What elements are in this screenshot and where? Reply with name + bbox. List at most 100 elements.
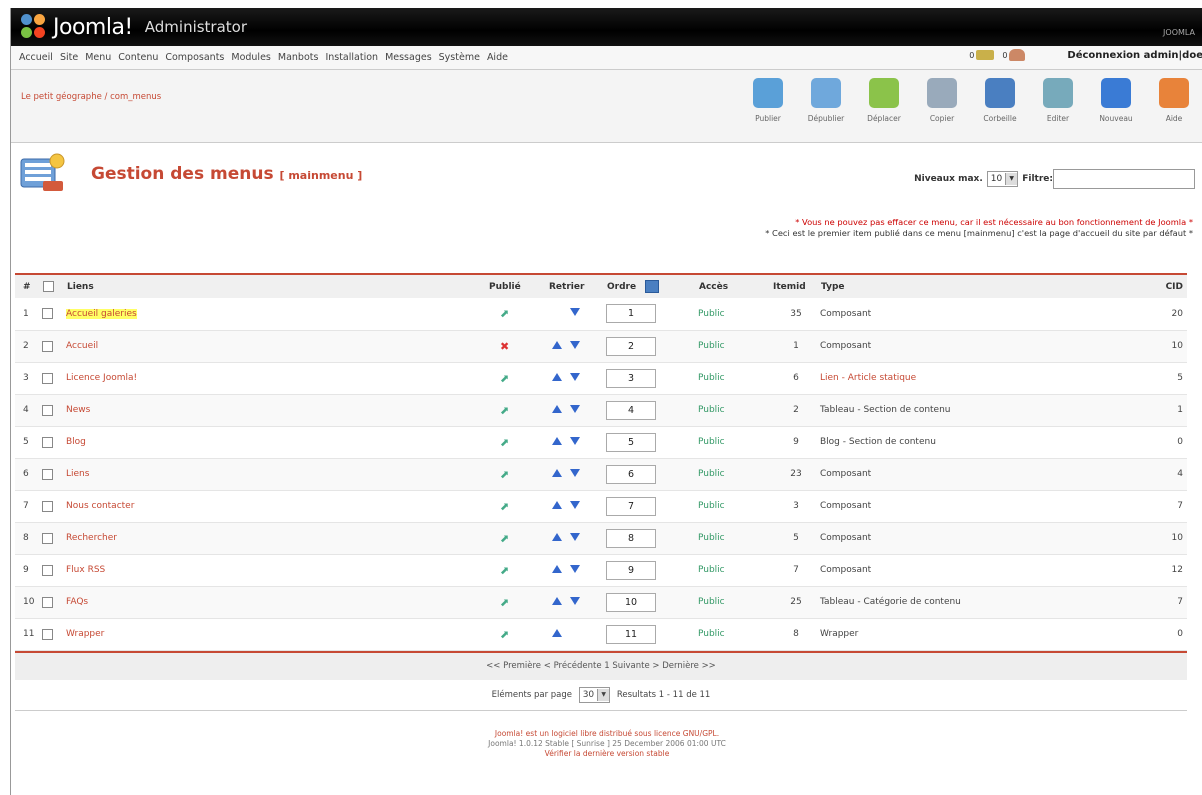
- order-input[interactable]: 2: [606, 336, 656, 356]
- check-version-link[interactable]: Vérifier la dernière version stable: [11, 749, 1202, 759]
- aide-button[interactable]: Aide: [1147, 74, 1201, 134]
- published-icon[interactable]: ⬈: [500, 307, 509, 320]
- published-icon[interactable]: ⬈: [500, 468, 509, 481]
- move-down-icon[interactable]: [570, 596, 580, 605]
- published-icon[interactable]: ⬈: [500, 628, 509, 641]
- row-checkbox[interactable]: [42, 308, 53, 320]
- access-link[interactable]: Public: [698, 629, 725, 639]
- access-link[interactable]: Public: [698, 405, 725, 415]
- access-link[interactable]: Public: [698, 501, 725, 511]
- row-checkbox[interactable]: [42, 596, 53, 608]
- order-input[interactable]: 9: [606, 560, 656, 580]
- messages-icon[interactable]: [976, 50, 995, 60]
- select-all-checkbox[interactable]: [43, 281, 54, 292]
- pagination-nav[interactable]: << Première < Précédente 1 Suivante > De…: [15, 650, 1187, 680]
- order-input[interactable]: 4: [606, 400, 656, 420]
- row-checkbox[interactable]: [42, 628, 53, 640]
- move-up-icon[interactable]: [552, 564, 562, 573]
- move-down-icon[interactable]: [570, 564, 580, 573]
- order-input[interactable]: 1: [606, 304, 656, 324]
- move-up-icon[interactable]: [552, 468, 562, 477]
- filter-input[interactable]: [1053, 169, 1195, 189]
- menu-item-link[interactable]: Blog: [66, 437, 86, 447]
- menu-item-link[interactable]: FAQs: [66, 597, 88, 607]
- menu-item-accueil[interactable]: Accueil: [19, 52, 53, 63]
- menu-item-link[interactable]: Licence Joomla!: [66, 373, 137, 383]
- menu-item-link[interactable]: Wrapper: [66, 629, 104, 639]
- copier-button[interactable]: Copier: [915, 74, 969, 134]
- access-link[interactable]: Public: [698, 373, 725, 383]
- col-links[interactable]: Liens: [66, 274, 488, 298]
- access-link[interactable]: Public: [698, 469, 725, 479]
- move-up-icon[interactable]: [552, 596, 562, 605]
- published-icon[interactable]: ⬈: [500, 532, 509, 545]
- move-up-icon[interactable]: [552, 628, 562, 637]
- publier-button[interactable]: Publier: [741, 74, 795, 134]
- nouveau-button[interactable]: Nouveau: [1089, 74, 1143, 134]
- menu-item-link[interactable]: Accueil galeries: [66, 308, 137, 319]
- move-down-icon[interactable]: [570, 372, 580, 381]
- menu-item-composants[interactable]: Composants: [165, 52, 224, 63]
- col-cid[interactable]: CID: [1142, 274, 1187, 298]
- move-down-icon[interactable]: [570, 532, 580, 541]
- order-input[interactable]: 11: [606, 624, 656, 644]
- menu-item-link[interactable]: Liens: [66, 469, 89, 479]
- menu-item-messages[interactable]: Messages: [385, 52, 432, 63]
- col-type[interactable]: Type: [820, 274, 1142, 298]
- row-checkbox[interactable]: [42, 532, 53, 544]
- levels-select[interactable]: 10 ▼: [986, 171, 1019, 187]
- published-icon[interactable]: ⬈: [500, 564, 509, 577]
- move-down-icon[interactable]: [570, 404, 580, 413]
- move-up-icon[interactable]: [552, 404, 562, 413]
- move-down-icon[interactable]: [570, 308, 580, 317]
- row-checkbox[interactable]: [42, 564, 53, 576]
- move-down-icon[interactable]: [570, 436, 580, 445]
- unpublished-icon[interactable]: ✖: [500, 340, 509, 353]
- published-icon[interactable]: ⬈: [500, 500, 509, 513]
- move-up-icon[interactable]: [552, 340, 562, 349]
- order-input[interactable]: 10: [606, 592, 656, 612]
- published-icon[interactable]: ⬈: [500, 404, 509, 417]
- menu-item-contenu[interactable]: Contenu: [118, 52, 158, 63]
- row-checkbox[interactable]: [42, 340, 53, 352]
- published-icon[interactable]: ⬈: [500, 436, 509, 449]
- move-up-icon[interactable]: [552, 500, 562, 509]
- menu-item-modules[interactable]: Modules: [231, 52, 271, 63]
- row-checkbox[interactable]: [42, 468, 53, 480]
- row-checkbox[interactable]: [42, 436, 53, 448]
- move-up-icon[interactable]: [552, 372, 562, 381]
- save-order-icon[interactable]: [645, 280, 660, 293]
- menu-item-link[interactable]: News: [66, 405, 90, 415]
- order-input[interactable]: 8: [606, 528, 656, 548]
- order-input[interactable]: 5: [606, 432, 656, 452]
- type-value[interactable]: Lien - Article statique: [820, 373, 916, 383]
- menu-item-aide[interactable]: Aide: [487, 52, 508, 63]
- menu-item-syst-me[interactable]: Système: [439, 52, 480, 63]
- move-down-icon[interactable]: [570, 340, 580, 349]
- menu-item-manbots[interactable]: Manbots: [278, 52, 319, 63]
- access-link[interactable]: Public: [698, 565, 725, 575]
- move-down-icon[interactable]: [570, 468, 580, 477]
- per-page-select[interactable]: 30 ▼: [578, 686, 611, 703]
- order-input[interactable]: 3: [606, 368, 656, 388]
- access-link[interactable]: Public: [698, 597, 725, 607]
- editer-button[interactable]: Editer: [1031, 74, 1085, 134]
- access-link[interactable]: Public: [698, 437, 725, 447]
- users-icon[interactable]: [1009, 49, 1026, 61]
- order-input[interactable]: 7: [606, 496, 656, 516]
- col-order[interactable]: Ordre: [606, 274, 698, 298]
- menu-item-menu[interactable]: Menu: [85, 52, 111, 63]
- d-publier-button[interactable]: Dépublier: [799, 74, 853, 134]
- logout-link[interactable]: Déconnexion admin|doe: [1067, 50, 1202, 61]
- published-icon[interactable]: ⬈: [500, 596, 509, 609]
- license-link[interactable]: Joomla! est un logiciel libre distribué …: [11, 729, 1202, 739]
- col-published[interactable]: Publié: [488, 274, 548, 298]
- move-up-icon[interactable]: [552, 532, 562, 541]
- row-checkbox[interactable]: [42, 372, 53, 384]
- order-input[interactable]: 6: [606, 464, 656, 484]
- menu-item-link[interactable]: Nous contacter: [66, 501, 134, 511]
- col-itemid[interactable]: Itemid: [772, 274, 820, 298]
- col-access[interactable]: Accès: [698, 274, 772, 298]
- access-link[interactable]: Public: [698, 341, 725, 351]
- move-down-icon[interactable]: [570, 500, 580, 509]
